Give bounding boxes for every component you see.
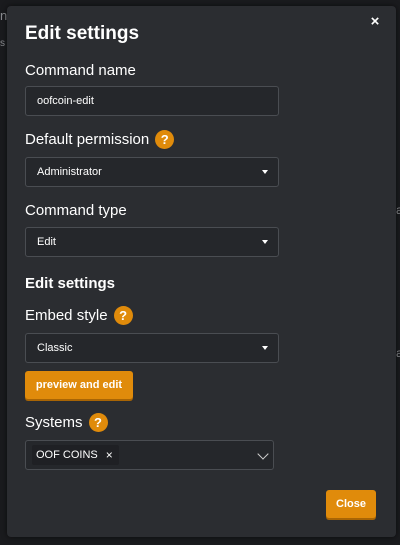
help-icon[interactable]: ?: [113, 306, 133, 325]
embed-style-label-text: Embed style: [25, 307, 108, 324]
command-name-label: Command name: [25, 62, 136, 79]
command-type-select[interactable]: Edit: [25, 227, 279, 257]
tag-remove-icon[interactable]: ×: [106, 448, 113, 462]
caret-down-icon: [262, 346, 268, 350]
systems-label-text: Systems: [25, 414, 83, 431]
command-type-label: Command type: [25, 202, 127, 219]
command-name-input[interactable]: [25, 86, 279, 116]
command-type-label-text: Command type: [25, 202, 127, 219]
command-type-value: Edit: [37, 236, 56, 248]
systems-multiselect[interactable]: OOF COINS ×: [25, 440, 274, 470]
embed-style-select[interactable]: Classic: [25, 333, 279, 363]
default-permission-select[interactable]: Administrator: [25, 157, 279, 187]
embed-style-label: Embed style ?: [25, 306, 133, 325]
edit-settings-heading: Edit settings: [25, 275, 116, 292]
default-permission-value: Administrator: [37, 166, 102, 178]
background-text-fragment: a: [396, 346, 400, 360]
systems-tag-label: OOF COINS: [36, 449, 98, 461]
help-icon[interactable]: ?: [88, 413, 108, 432]
preview-and-edit-button[interactable]: preview and edit: [25, 371, 133, 399]
caret-down-icon: [262, 240, 268, 244]
background-text-fragment: s: [0, 38, 5, 49]
close-icon[interactable]: ×: [368, 14, 382, 29]
modal-title: Edit settings: [25, 23, 140, 44]
systems-tag: OOF COINS ×: [32, 445, 119, 465]
background-text-fragment: a: [396, 203, 400, 217]
default-permission-label-text: Default permission: [25, 131, 150, 148]
default-permission-label: Default permission ?: [25, 130, 175, 149]
chevron-down-icon[interactable]: [257, 448, 269, 460]
command-name-label-text: Command name: [25, 62, 136, 79]
systems-label: Systems ?: [25, 413, 108, 432]
edit-settings-modal: × Edit settings Command name Default per…: [7, 6, 396, 537]
close-button[interactable]: Close: [326, 490, 376, 518]
caret-down-icon: [262, 170, 268, 174]
help-icon[interactable]: ?: [155, 130, 175, 149]
embed-style-value: Classic: [37, 342, 73, 354]
